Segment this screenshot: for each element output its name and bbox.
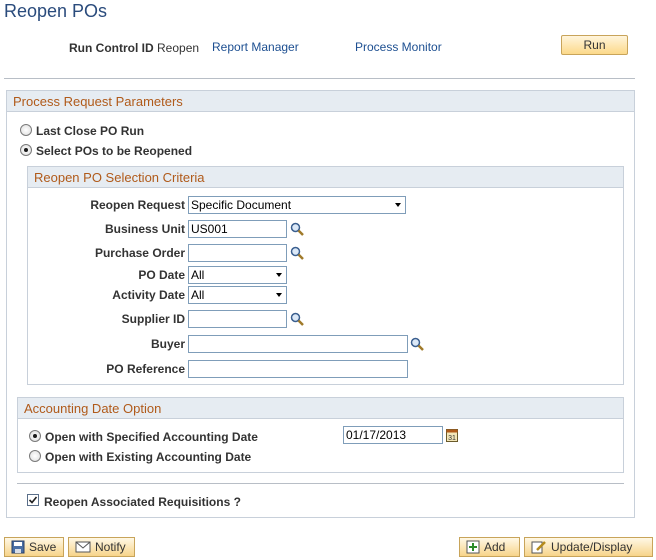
checkmark-icon	[28, 496, 38, 504]
purchase-order-label: Purchase Order	[94, 246, 185, 260]
process-monitor-link[interactable]: Process Monitor	[355, 40, 442, 54]
accounting-date-input[interactable]	[343, 426, 443, 444]
last-close-po-run-radio[interactable]	[20, 124, 32, 136]
notify-icon	[75, 541, 91, 553]
update-icon	[531, 541, 546, 554]
magnifier-icon[interactable]	[290, 312, 304, 326]
specified-accounting-date-radio[interactable]	[29, 430, 41, 442]
run-control-id-value: Reopen	[157, 41, 200, 55]
activity-date-label: Activity Date	[112, 288, 185, 302]
po-date-select[interactable]: All	[188, 266, 287, 284]
selection-criteria-header: Reopen PO Selection Criteria	[28, 167, 623, 188]
chevron-down-icon	[395, 203, 401, 207]
magnifier-icon[interactable]	[290, 246, 304, 260]
po-reference-label: PO Reference	[106, 362, 185, 376]
page-title: Reopen POs	[4, 1, 108, 21]
existing-accounting-date-label: Open with Existing Accounting Date	[45, 450, 252, 464]
save-label: Save	[29, 540, 57, 554]
po-date-value: All	[191, 268, 205, 282]
chevron-down-icon	[276, 293, 282, 297]
calendar-icon[interactable]: 31	[446, 428, 458, 442]
activity-date-value: All	[191, 288, 205, 302]
report-manager-link[interactable]: Report Manager	[212, 40, 299, 54]
select-pos-reopened-label: Select POs to be Reopened	[36, 144, 193, 158]
buyer-input[interactable]	[188, 335, 408, 353]
po-reference-input[interactable]	[188, 360, 408, 378]
reopen-requisitions-checkbox[interactable]	[27, 494, 39, 506]
activity-date-select[interactable]: All	[188, 286, 287, 304]
buyer-label: Buyer	[150, 337, 185, 351]
add-button[interactable]: Add	[459, 537, 520, 557]
add-label: Add	[484, 540, 506, 554]
reopen-request-value: Specific Document	[191, 198, 292, 212]
process-request-parameters-header: Process Request Parameters	[7, 91, 634, 112]
last-close-po-run-label: Last Close PO Run	[36, 124, 145, 138]
run-button[interactable]: Run	[561, 35, 628, 55]
add-icon	[466, 540, 480, 554]
magnifier-icon[interactable]	[290, 222, 304, 236]
po-date-label: PO Date	[138, 268, 185, 282]
existing-accounting-date-radio[interactable]	[29, 450, 41, 462]
chevron-down-icon	[276, 273, 282, 277]
supplier-id-input[interactable]	[188, 310, 287, 328]
purchase-order-input[interactable]	[188, 244, 287, 262]
supplier-id-label: Supplier ID	[121, 312, 185, 326]
magnifier-icon[interactable]	[410, 337, 424, 351]
notify-button[interactable]: Notify	[68, 537, 135, 557]
reopen-requisitions-label: Reopen Associated Requisitions ?	[44, 495, 241, 509]
update-display-button[interactable]: Update/Display	[524, 537, 653, 557]
specified-accounting-date-label: Open with Specified Accounting Date	[45, 430, 258, 444]
requisitions-divider	[17, 483, 624, 484]
select-pos-reopened-radio[interactable]	[20, 144, 32, 156]
run-control-id-label: Run Control ID	[69, 41, 154, 55]
update-display-label: Update/Display	[551, 540, 633, 554]
save-icon	[11, 540, 25, 554]
business-unit-label: Business Unit	[104, 222, 185, 236]
business-unit-input[interactable]	[188, 220, 287, 238]
reopen-request-select[interactable]: Specific Document	[188, 196, 406, 214]
save-button[interactable]: Save	[4, 537, 64, 557]
notify-label: Notify	[95, 540, 126, 554]
accounting-date-option-header: Accounting Date Option	[18, 398, 623, 419]
top-divider	[4, 78, 635, 79]
svg-text:31: 31	[448, 435, 456, 442]
reopen-request-label: Reopen Request	[90, 198, 185, 212]
